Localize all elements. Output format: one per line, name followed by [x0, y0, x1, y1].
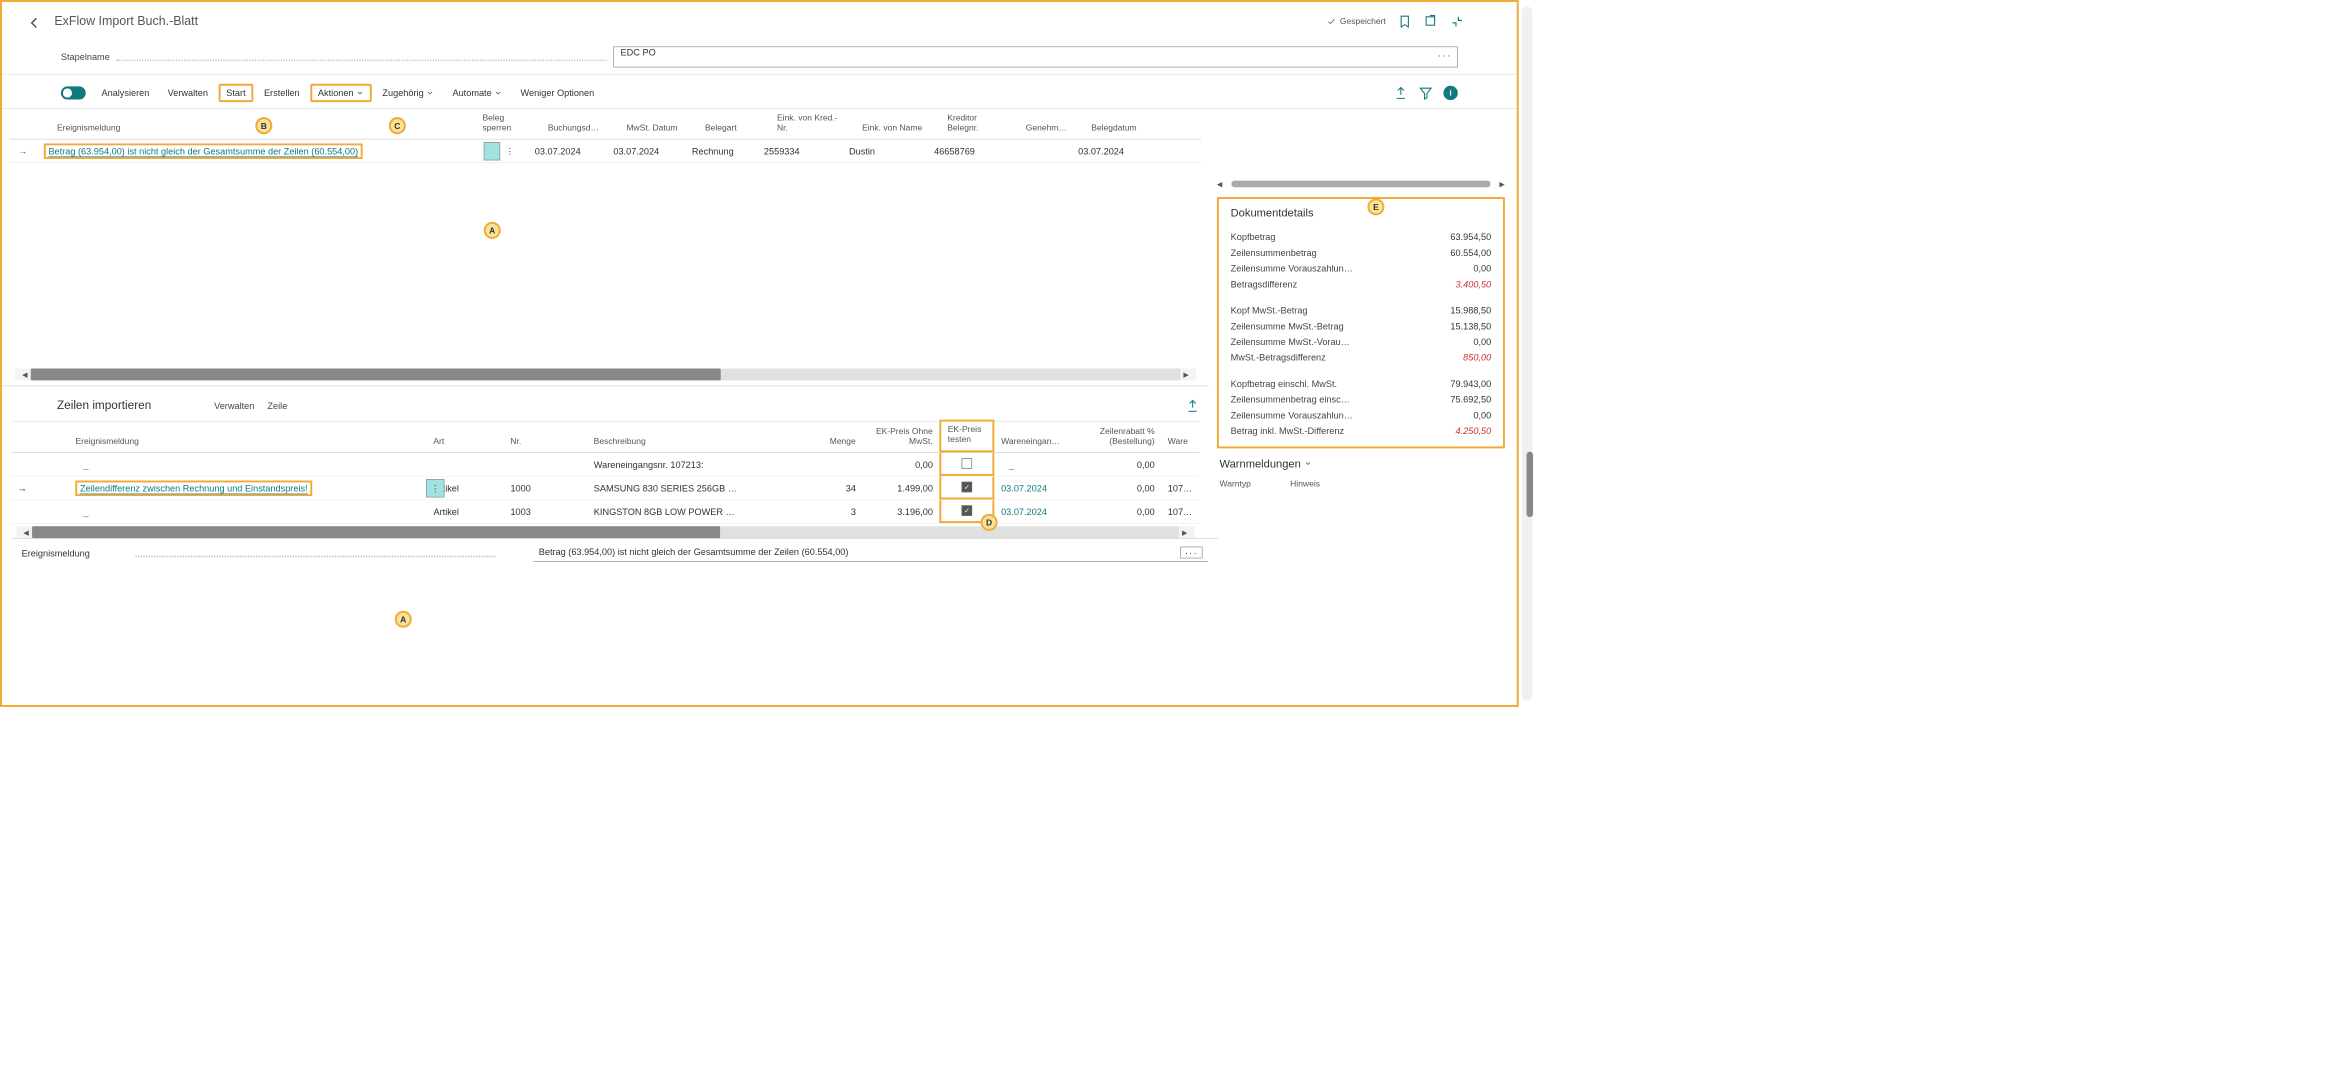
line-row[interactable]: → Zeilendifferenz zwischen Rechnung und … — [11, 477, 1200, 501]
lcol-ek-ohne[interactable]: EK-Preis Ohne MwSt. — [862, 424, 939, 453]
detail-row: Zeilensummenbetrag einsc…75.692,50 — [1231, 391, 1492, 407]
lcol-art[interactable]: Art — [427, 433, 504, 452]
stapelname-label: Stapelname — [61, 52, 110, 62]
line-ereignis-link[interactable]: Zeilendifferenz zwischen Rechnung und Ei… — [80, 483, 308, 494]
lcol-wareneingang[interactable]: Wareneingan… — [995, 433, 1078, 452]
tb-analyze[interactable]: Analysieren — [94, 83, 158, 101]
table-row[interactable]: → Betrag (63.954,00) ist nicht gleich de… — [10, 139, 1201, 163]
collapse-icon[interactable] — [1450, 14, 1464, 28]
detail-h-scroll[interactable]: ◀ ▶ — [1217, 177, 1505, 190]
ereignis-link[interactable]: Betrag (63.954,00) ist nicht gleich der … — [48, 146, 358, 157]
lcol-zeilenrabatt[interactable]: Zeilenrabatt % (Bestellung) — [1078, 424, 1161, 453]
scroll-left-icon[interactable]: ◀ — [20, 528, 32, 537]
line-row[interactable]: _ Wareneingangsnr. 107213: 0,00 _ 0,00 — [11, 453, 1200, 477]
col-mwst-datum[interactable]: MwSt. Datum — [619, 109, 698, 139]
col-beleg-sperren[interactable]: Beleg sperren — [475, 109, 540, 139]
detail-row: MwSt.-Betragsdifferenz850,00 — [1231, 350, 1492, 366]
scroll-right-icon[interactable]: ▶ — [1180, 370, 1192, 379]
tb-start[interactable]: Start — [218, 83, 253, 101]
share-icon[interactable] — [1185, 398, 1199, 412]
detail-row: Kopfbetrag63.954,50 — [1231, 229, 1492, 245]
tb-actions[interactable]: Aktionen — [310, 83, 372, 101]
detail-row: Zeilensumme MwSt.-Vorau…0,00 — [1231, 334, 1492, 350]
tb-create[interactable]: Erstellen — [256, 83, 307, 101]
marker-e: E — [1367, 198, 1384, 215]
warn-title[interactable]: Warnmeldungen — [1217, 448, 1505, 478]
scroll-right-icon[interactable]: ▶ — [1499, 180, 1505, 189]
popout-icon[interactable] — [1424, 14, 1438, 28]
lines-title: Zeilen importieren — [11, 399, 197, 413]
marker-d: D — [981, 514, 998, 531]
tb-manage[interactable]: Verwalten — [160, 83, 216, 101]
kebab-icon[interactable]: ⋮ — [500, 146, 520, 156]
check-icon — [1327, 17, 1336, 26]
chevron-down-icon — [426, 89, 434, 97]
col-belegart[interactable]: Belegart — [697, 109, 769, 139]
details-title: Dokumentdetails — [1231, 207, 1492, 220]
detail-row: Zeilensummenbetrag60.554,00 — [1231, 245, 1492, 261]
col-eink-name[interactable]: Eink. von Name — [854, 109, 939, 139]
scroll-right-icon[interactable]: ▶ — [1179, 528, 1191, 537]
warn-col-type: Warntyp — [1220, 479, 1251, 489]
analyze-toggle[interactable] — [61, 86, 86, 99]
lcol-nr[interactable]: Nr. — [504, 433, 587, 452]
ek-checkbox[interactable]: ✓ — [962, 482, 972, 492]
marker-b: B — [255, 117, 272, 134]
v-scrollbar-thumb[interactable] — [1527, 452, 1534, 517]
ek-checkbox[interactable] — [962, 458, 972, 468]
h-scrollbar[interactable]: ◀ ▶ — [15, 369, 1196, 381]
saved-indicator: Gespeichert — [1327, 16, 1386, 26]
tb-fewer[interactable]: Weniger Optionen — [513, 83, 602, 101]
footer-value[interactable]: Betrag (63.954,00) ist nicht gleich der … — [533, 544, 1207, 562]
detail-row: Zeilensumme Vorauszahlun…0,00 — [1231, 407, 1492, 423]
detail-row: Betrag inkl. MwSt.-Differenz4.250,50 — [1231, 423, 1492, 439]
lcol-besch[interactable]: Beschreibung — [587, 433, 798, 452]
tb-related[interactable]: Zugehörig — [375, 83, 442, 101]
ek-checkbox[interactable]: ✓ — [962, 505, 972, 515]
line-row[interactable]: _ Artikel 1003 KINGSTON 8GB LOW POWER … … — [11, 500, 1200, 524]
filter-icon[interactable] — [1419, 85, 1433, 99]
marker-a2: A — [395, 611, 412, 628]
scroll-left-icon[interactable]: ◀ — [1217, 180, 1223, 189]
chevron-down-icon — [1304, 460, 1312, 468]
detail-row: Zeilensumme MwSt.-Betrag15.138,50 — [1231, 318, 1492, 334]
col-eink-kred[interactable]: Eink. von Kred.-Nr. — [769, 109, 854, 139]
footer-more-icon[interactable]: ··· — [1180, 547, 1202, 559]
filler-dots — [116, 53, 606, 61]
page-title: ExFlow Import Buch.-Blatt — [54, 14, 198, 28]
line-checkbox[interactable]: ⋮ — [426, 480, 427, 496]
warn-col-hint: Hinweis — [1290, 479, 1320, 489]
lcol-ware[interactable]: Ware — [1161, 433, 1200, 452]
lines-tab-line[interactable]: Zeile — [267, 400, 287, 410]
chevron-down-icon — [494, 89, 502, 97]
col-kreditor-beleg[interactable]: Kreditor Belegnr. — [939, 109, 1018, 139]
detail-row: Kopf MwSt.-Betrag15.988,50 — [1231, 302, 1492, 318]
detail-row: Kopfbetrag einschl. MwSt.79.943,00 — [1231, 376, 1492, 392]
footer-label: Ereignismeldung — [22, 548, 90, 558]
scroll-left-icon[interactable]: ◀ — [19, 370, 31, 379]
row-selector-icon[interactable]: → — [10, 146, 36, 156]
share-icon[interactable] — [1394, 85, 1408, 99]
lcol-menge[interactable]: Menge — [798, 433, 862, 452]
col-genehm[interactable]: Genehm… — [1018, 109, 1083, 139]
lines-h-scrollbar[interactable]: ◀ ▶ — [16, 526, 1194, 538]
bookmark-icon[interactable] — [1398, 14, 1412, 28]
stapel-more-icon[interactable]: ··· — [1438, 50, 1452, 62]
detail-row: Betragsdifferenz3.400,50 — [1231, 276, 1492, 292]
stapelname-input[interactable]: EDC PO ··· — [613, 46, 1457, 67]
col-belegdatum[interactable]: Belegdatum — [1083, 109, 1155, 139]
marker-c: C — [389, 117, 406, 134]
marker-a: A — [484, 222, 501, 239]
lines-tab-manage[interactable]: Verwalten — [214, 400, 254, 410]
back-button[interactable] — [25, 14, 43, 32]
lcol-ek-testen[interactable]: EK-Preis testen — [939, 420, 994, 453]
tb-automate[interactable]: Automate — [445, 83, 510, 101]
row-checkbox[interactable] — [484, 142, 500, 160]
lcol-ereignis[interactable]: Ereignismeldung — [69, 433, 427, 452]
chevron-down-icon — [356, 89, 364, 97]
col-buchungsd[interactable]: Buchungsd… — [540, 109, 619, 139]
info-icon[interactable]: i — [1443, 85, 1457, 99]
v-scrollbar[interactable] — [1522, 7, 1532, 701]
detail-row: Zeilensumme Vorauszahlun…0,00 — [1231, 261, 1492, 277]
